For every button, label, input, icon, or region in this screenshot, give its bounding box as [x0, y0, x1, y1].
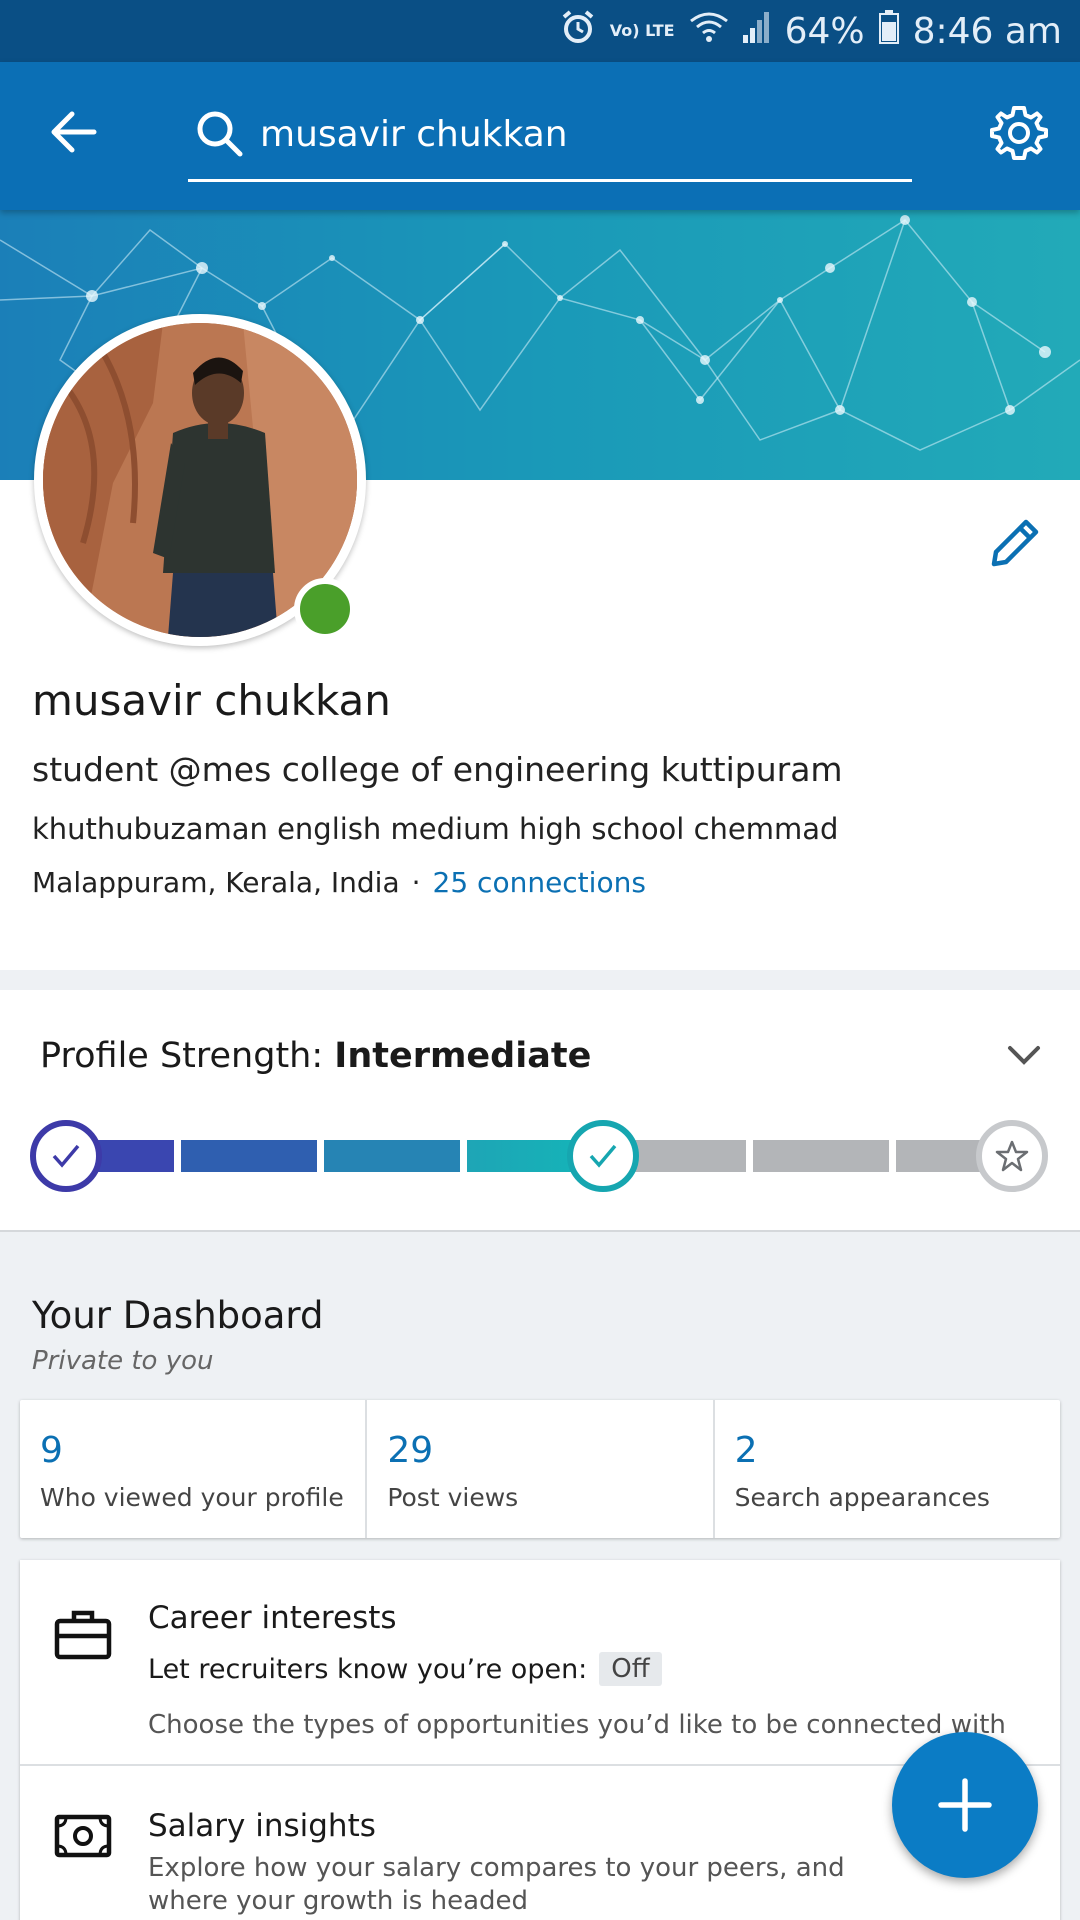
signal-icon [742, 11, 771, 52]
settings-button[interactable] [988, 102, 1050, 164]
profile-strength-meter [30, 1120, 1050, 1192]
arrow-left-icon [51, 111, 97, 153]
online-status-indicator [294, 578, 356, 640]
stat-label: Search appearances [734, 1483, 990, 1512]
meter-segment [324, 1140, 460, 1172]
star-icon [995, 1140, 1029, 1172]
profile-strength-level: Intermediate [334, 1036, 592, 1076]
alarm-icon [560, 9, 596, 54]
open-to-recruiters-label: Let recruiters know you’re open: [148, 1653, 588, 1685]
app-bar [0, 62, 1080, 210]
network-type: Vo) LTE [609, 21, 675, 40]
wifi-icon [689, 11, 729, 52]
edit-profile-button[interactable] [986, 514, 1044, 572]
pencil-icon [991, 519, 1039, 567]
dashboard-tools-card: Career interests Let recruiters know you… [20, 1560, 1060, 1920]
briefcase-icon [54, 1610, 112, 1660]
clock-time: 8:46 am [912, 10, 1062, 52]
chevron-down-icon [1008, 1046, 1040, 1065]
meter-segment [181, 1140, 317, 1172]
career-interests-title: Career interests [148, 1600, 397, 1636]
career-interests-item[interactable]: Career interests Let recruiters know you… [20, 1560, 1060, 1766]
plus-icon [938, 1778, 992, 1832]
money-bill-icon [54, 1814, 112, 1858]
stat-profile-views[interactable]: 9 Who viewed your profile [20, 1400, 368, 1538]
stat-search-appearances[interactable]: 2 Search appearances [715, 1400, 1060, 1538]
battery-icon [878, 9, 899, 53]
salary-insights-description: Explore how your salary compares to your… [148, 1853, 845, 1916]
profile-strength-label: Profile Strength: [40, 1036, 324, 1076]
checkmark-icon [52, 1144, 80, 1168]
profile-school: khuthubuzaman english medium high school… [32, 812, 839, 846]
dashboard-subtitle: Private to you [32, 1346, 214, 1376]
stat-value: 2 [734, 1430, 758, 1471]
meter-goal-star [976, 1120, 1048, 1192]
salary-insights-title[interactable]: Salary insights [148, 1808, 376, 1844]
profile-strength-card[interactable]: Profile Strength: Intermediate [0, 990, 1080, 1232]
expand-button[interactable] [998, 1030, 1050, 1082]
meter-start-check [30, 1120, 102, 1192]
profile-name: musavir chukkan [32, 676, 391, 725]
stat-value: 9 [40, 1430, 63, 1471]
search-icon [197, 111, 243, 157]
add-fab-button[interactable] [892, 1732, 1038, 1878]
connections-link[interactable]: 25 connections [433, 866, 646, 899]
search-input[interactable] [260, 104, 880, 164]
open-to-recruiters-status[interactable]: Off [599, 1652, 662, 1686]
stat-post-views[interactable]: 29 Post views [367, 1400, 715, 1538]
back-button[interactable] [44, 102, 104, 162]
battery-percent: 64% [784, 10, 865, 52]
stat-label: Who viewed your profile [40, 1483, 344, 1512]
search-bar[interactable] [188, 86, 912, 182]
open-to-recruiters-row: Let recruiters know you’re open: Off [148, 1652, 662, 1686]
profile-location: Malappuram, Kerala, India [32, 866, 400, 899]
meter-segment [753, 1140, 889, 1172]
career-interests-description: Choose the types of opportunities you’d … [148, 1710, 1006, 1740]
status-bar: Vo) LTE 64% 8:46 am [0, 0, 1080, 62]
profile-strength-title: Profile Strength: Intermediate [40, 1036, 591, 1076]
stat-label: Post views [387, 1483, 519, 1512]
separator-dot: · [411, 866, 421, 899]
dashboard-stats: 9 Who viewed your profile 29 Post views … [20, 1400, 1060, 1538]
stat-value: 29 [387, 1430, 434, 1471]
gear-icon [990, 106, 1048, 160]
meter-current-check [567, 1120, 639, 1192]
profile-headline: student @mes college of engineering kutt… [32, 750, 843, 789]
dashboard-title: Your Dashboard [32, 1294, 324, 1337]
checkmark-icon [589, 1144, 617, 1168]
profile-location-row: Malappuram, Kerala, India · 25 connectio… [32, 866, 646, 899]
